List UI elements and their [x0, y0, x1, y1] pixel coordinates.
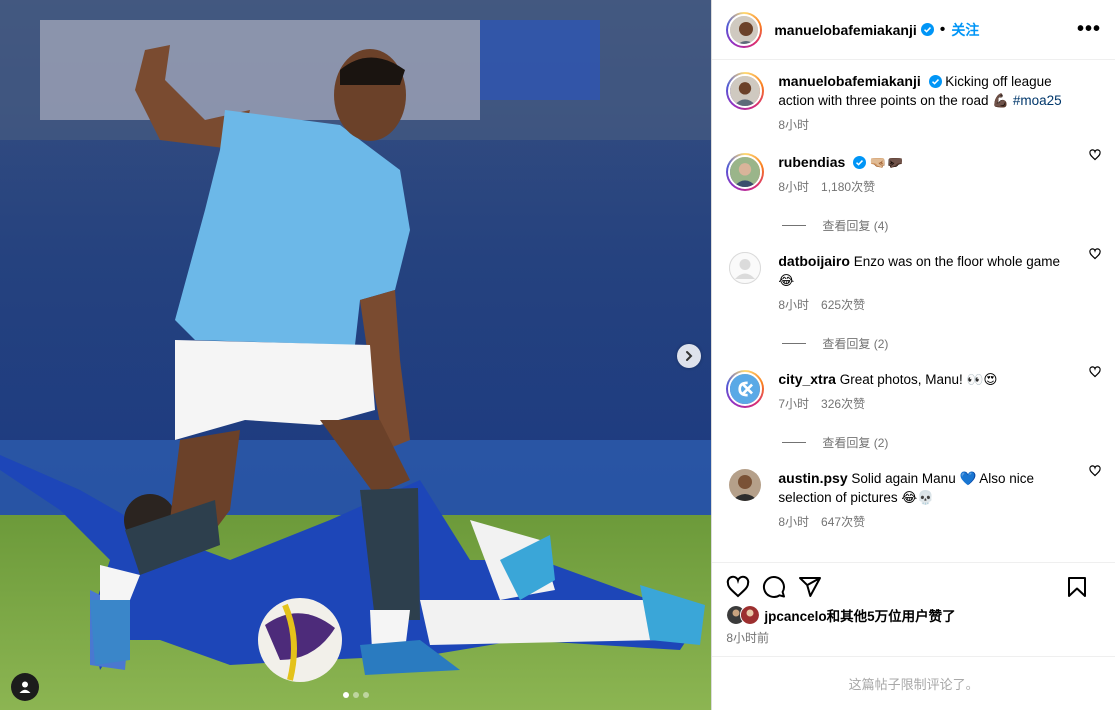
view-replies-label: 查看回复 (4) — [822, 219, 889, 233]
verified-badge-icon — [928, 75, 942, 88]
comment-likes[interactable]: 1,180次赞 — [821, 180, 875, 194]
caption-avatar-image — [728, 74, 763, 108]
verified-badge-icon — [920, 23, 934, 36]
football-photo — [0, 0, 712, 710]
comment-avatar[interactable] — [726, 153, 765, 191]
follow-button[interactable]: 关注 — [951, 20, 979, 40]
liker-avatar — [740, 605, 761, 625]
more-options-button[interactable]: ••• — [1077, 18, 1101, 41]
separator-dot: • — [939, 20, 946, 38]
caption-avatar[interactable] — [726, 72, 765, 110]
comment-item: rubendias 🤜🏼🤛🏿 8小时 1,180次赞 — [726, 135, 1101, 197]
comment-username[interactable]: datboijairo — [778, 253, 850, 269]
caption-username[interactable]: manuelobafemiakanji — [778, 73, 920, 89]
user-tag-icon — [19, 681, 31, 693]
comment-username[interactable]: city_xtra — [778, 371, 836, 387]
carousel-dots — [343, 692, 369, 698]
comment-time: 8小时 — [778, 515, 810, 529]
caption: manuelobafemiakanji Kicking off league a… — [726, 60, 1101, 135]
comment-like-icon[interactable] — [1089, 465, 1101, 477]
comment-item: city_xtra Great photos, Manu! 👀😍 7小时 326次… — [726, 352, 1101, 414]
likes-summary[interactable]: jpcancelo和其他5万位用户赞了 — [712, 603, 1115, 627]
comments-list[interactable]: manuelobafemiakanji Kicking off league a… — [712, 60, 1115, 562]
replies-line — [782, 442, 807, 443]
heart-icon[interactable] — [726, 575, 750, 599]
author-avatar[interactable] — [726, 11, 763, 48]
comment-item: austin.psy Solid again Manu 💙 Also nice … — [726, 451, 1101, 532]
post-photo[interactable] — [0, 0, 712, 710]
default-avatar-icon — [729, 252, 762, 284]
comment-time: 7小时 — [778, 397, 810, 411]
comment-likes[interactable]: 625次赞 — [821, 298, 865, 312]
view-replies-button[interactable]: 查看回复 (4) — [782, 217, 1101, 234]
bookmark-icon[interactable] — [1065, 575, 1089, 599]
comment-like-icon[interactable] — [1089, 248, 1101, 260]
comment-likes[interactable]: 647次赞 — [821, 515, 865, 529]
comment-username[interactable]: austin.psy — [778, 470, 847, 486]
carousel-dot — [363, 692, 369, 698]
post-side-panel: manuelobafemiakanji • 关注 ••• manuelobafe… — [711, 0, 1115, 710]
city-xtra-logo-icon — [728, 372, 763, 406]
replies-line — [782, 225, 807, 226]
comment-avatar[interactable] — [729, 469, 762, 501]
caption-time: 8小时 — [778, 118, 810, 132]
comment-username[interactable]: rubendias — [778, 154, 845, 170]
view-replies-button[interactable]: 查看回复 (2) — [782, 434, 1101, 451]
comment-avatar[interactable] — [726, 370, 765, 408]
caption-hashtag[interactable]: #moa25 — [1013, 93, 1062, 108]
post-time: 8小时前 — [726, 631, 770, 645]
author-avatar-image — [730, 15, 759, 44]
tagged-users-button[interactable] — [11, 673, 39, 701]
comment-text: Great photos, Manu! 👀😍 — [839, 372, 998, 387]
comment-time: 8小时 — [778, 180, 810, 194]
view-replies-button[interactable]: 查看回复 (2) — [782, 335, 1101, 352]
replies-line — [782, 343, 807, 344]
comment-likes[interactable]: 326次赞 — [821, 397, 865, 411]
post-actions — [712, 562, 1115, 603]
comment-like-icon[interactable] — [1089, 366, 1101, 378]
comment-time: 8小时 — [778, 298, 810, 312]
comment-avatar-image — [729, 469, 762, 501]
comment-icon[interactable] — [762, 575, 786, 599]
view-replies-label: 查看回复 (2) — [822, 436, 889, 450]
comments-limited-notice: 这篇帖子限制评论了。 — [712, 656, 1115, 710]
comment-text: 🤜🏼🤛🏿 — [869, 155, 904, 170]
comment-avatar[interactable] — [729, 252, 762, 284]
comment-item: datboijairo Enzo was on the floor whole … — [726, 234, 1101, 315]
chevron-right-icon — [686, 351, 693, 361]
verified-badge-icon — [853, 156, 867, 169]
carousel-dot-active — [343, 692, 349, 698]
view-replies-label: 查看回复 (2) — [822, 337, 889, 351]
likes-text: jpcancelo和其他5万位用户赞了 — [764, 609, 956, 624]
carousel-dot — [353, 692, 359, 698]
comment-avatar-image — [728, 155, 763, 189]
author-username[interactable]: manuelobafemiakanji — [774, 22, 916, 38]
comment-like-icon[interactable] — [1089, 149, 1101, 161]
next-photo-button[interactable] — [677, 344, 701, 368]
post-header: manuelobafemiakanji • 关注 ••• — [712, 0, 1115, 60]
share-icon[interactable] — [798, 575, 822, 599]
